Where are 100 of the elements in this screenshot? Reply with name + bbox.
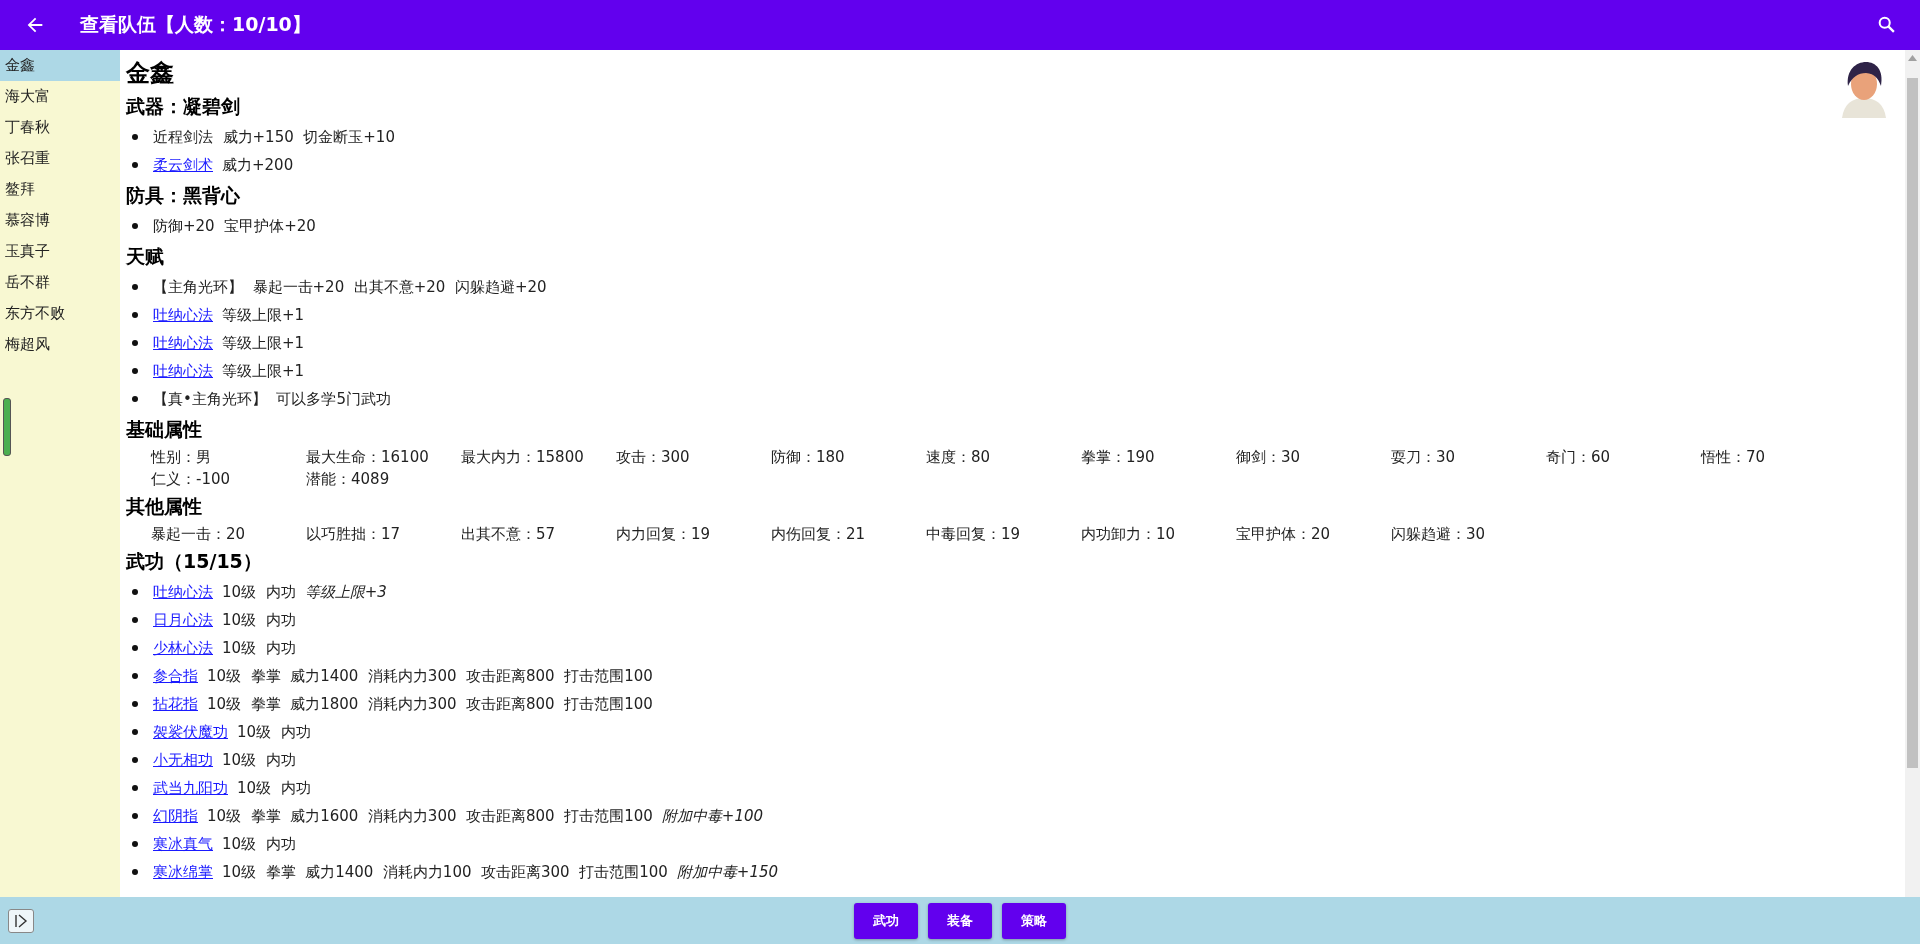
- sidebar-item[interactable]: 岳不群: [0, 267, 120, 298]
- bullet-icon: [132, 701, 138, 707]
- sidebar-item[interactable]: 金鑫: [0, 50, 120, 81]
- sidebar-item[interactable]: 丁春秋: [0, 112, 120, 143]
- bullet-icon: [132, 813, 138, 819]
- stat-text: 御剑：30: [1236, 447, 1302, 468]
- item-text: 防御+20 宝甲护体+20: [153, 216, 316, 236]
- stat-text: 中毒回复：19: [926, 524, 1022, 545]
- skill-link[interactable]: 日月心法: [153, 610, 213, 630]
- item-note: 等级上限+3: [304, 582, 387, 602]
- stat-text: 耍刀：30: [1391, 447, 1457, 468]
- bullet-icon: [132, 396, 138, 402]
- bullet-icon: [132, 589, 138, 595]
- skill-link[interactable]: 袈裟伏魔功: [153, 722, 228, 742]
- item-note: 附加中毒+100: [661, 806, 764, 826]
- stat-text: 闪躲趋避：30: [1391, 524, 1487, 545]
- stat-text: 性别：男: [151, 447, 212, 468]
- skill-link[interactable]: 寒冰真气: [153, 834, 213, 854]
- skill-link[interactable]: 吐纳心法: [153, 361, 213, 381]
- stat-text: 悟性：70: [1701, 447, 1767, 468]
- bullet-icon: [132, 757, 138, 763]
- stat-text: 奇门：60: [1546, 447, 1612, 468]
- bullet-icon: [132, 645, 138, 651]
- sidebar-item[interactable]: 东方不败: [0, 298, 120, 329]
- expand-button[interactable]: [8, 909, 34, 933]
- stat-text: 出其不意：57: [461, 524, 557, 545]
- page-title: 查看队伍【人数：10/10】: [80, 12, 312, 37]
- skill-link[interactable]: 武当九阳功: [153, 778, 228, 798]
- sidebar-item[interactable]: 慕容博: [0, 205, 120, 236]
- sidebar-item[interactable]: 张召重: [0, 143, 120, 174]
- skill-link[interactable]: 小无相功: [153, 750, 213, 770]
- stat-text: 拳掌：190: [1081, 447, 1156, 468]
- skill-link[interactable]: 吐纳心法: [153, 333, 213, 353]
- item-text: 等级上限+1: [222, 333, 305, 353]
- tab-button[interactable]: 策略: [1002, 902, 1066, 939]
- item-text: 10级 内功: [222, 582, 296, 602]
- item-text: 10级 拳掌 威力1600 消耗内力300 攻击距离800 打击范围100: [207, 806, 653, 826]
- item-text: 10级 内功: [237, 778, 311, 798]
- item-text: 10级 内功: [222, 638, 296, 658]
- bullet-icon: [132, 673, 138, 679]
- character-name: 金鑫: [126, 58, 174, 89]
- item-text: 等级上限+1: [222, 361, 305, 381]
- play-bar-icon: [14, 914, 28, 928]
- stat-text: 最大内力：15800: [461, 447, 585, 468]
- stat-text: 仁义：-100: [151, 469, 232, 490]
- item-text: 10级 内功: [222, 610, 296, 630]
- grip-handle[interactable]: [3, 398, 11, 456]
- bullet-icon: [132, 162, 138, 168]
- stat-text: 内伤回复：21: [771, 524, 867, 545]
- stat-text: 暴起一击：20: [151, 524, 247, 545]
- section-heading: 天赋: [126, 244, 164, 269]
- item-text: 10级 内功: [237, 722, 311, 742]
- sidebar-item[interactable]: 玉真子: [0, 236, 120, 267]
- item-text: 10级 拳掌 威力1400 消耗内力300 攻击距离800 打击范围100: [207, 666, 653, 686]
- section-heading: 防具：黑背心: [126, 183, 240, 208]
- sidebar-item[interactable]: 鳌拜: [0, 174, 120, 205]
- skill-link[interactable]: 拈花指: [153, 694, 198, 714]
- section-heading: 其他属性: [126, 494, 202, 519]
- bullet-icon: [132, 340, 138, 346]
- bullet-icon: [132, 617, 138, 623]
- bullet-icon: [132, 729, 138, 735]
- section-heading: 基础属性: [126, 417, 202, 442]
- sidebar-item[interactable]: 梅超风: [0, 329, 120, 360]
- stat-text: 攻击：300: [616, 447, 691, 468]
- skill-link[interactable]: 吐纳心法: [153, 582, 213, 602]
- item-text: 【主角光环】 暴起一击+20 出其不意+20 闪躲趋避+20: [153, 277, 547, 297]
- bullet-icon: [132, 312, 138, 318]
- tab-button[interactable]: 武功: [854, 902, 918, 939]
- tab-button[interactable]: 装备: [928, 902, 992, 939]
- stat-text: 速度：80: [926, 447, 992, 468]
- stat-text: 宝甲护体：20: [1236, 524, 1332, 545]
- bullet-icon: [132, 284, 138, 290]
- item-text: 10级 拳掌 威力1800 消耗内力300 攻击距离800 打击范围100: [207, 694, 653, 714]
- bullet-icon: [132, 223, 138, 229]
- item-text: 等级上限+1: [222, 305, 305, 325]
- item-text: 威力+200: [222, 155, 294, 175]
- item-text: 【真•主角光环】 可以多学5门武功: [153, 389, 391, 409]
- skill-link[interactable]: 寒冰绵掌: [153, 862, 213, 882]
- bullet-icon: [132, 869, 138, 875]
- bullet-icon: [132, 134, 138, 140]
- bullet-icon: [132, 841, 138, 847]
- skill-link[interactable]: 少林心法: [153, 638, 213, 658]
- skill-link[interactable]: 参合指: [153, 666, 198, 686]
- stat-text: 内功卸力：10: [1081, 524, 1177, 545]
- sidebar-item[interactable]: 海大富: [0, 81, 120, 112]
- item-text: 10级 内功: [222, 834, 296, 854]
- item-note: 附加中毒+150: [676, 862, 779, 882]
- skill-link[interactable]: 柔云剑术: [153, 155, 213, 175]
- section-heading: 武功（15/15）: [126, 549, 262, 574]
- section-heading: 武器：凝碧剑: [126, 94, 240, 119]
- skill-link[interactable]: 吐纳心法: [153, 305, 213, 325]
- stat-text: 内力回复：19: [616, 524, 712, 545]
- scrollbar[interactable]: [1905, 50, 1920, 897]
- stat-text: 潜能：4089: [306, 469, 391, 490]
- item-text: 近程剑法 威力+150 切金断玉+10: [153, 127, 395, 147]
- stat-text: 以巧胜拙：17: [306, 524, 402, 545]
- skill-link[interactable]: 幻阴指: [153, 806, 198, 826]
- stat-text: 防御：180: [771, 447, 846, 468]
- stat-text: 最大生命：16100: [306, 447, 430, 468]
- item-text: 10级 拳掌 威力1400 消耗内力100 攻击距离300 打击范围100: [222, 862, 668, 882]
